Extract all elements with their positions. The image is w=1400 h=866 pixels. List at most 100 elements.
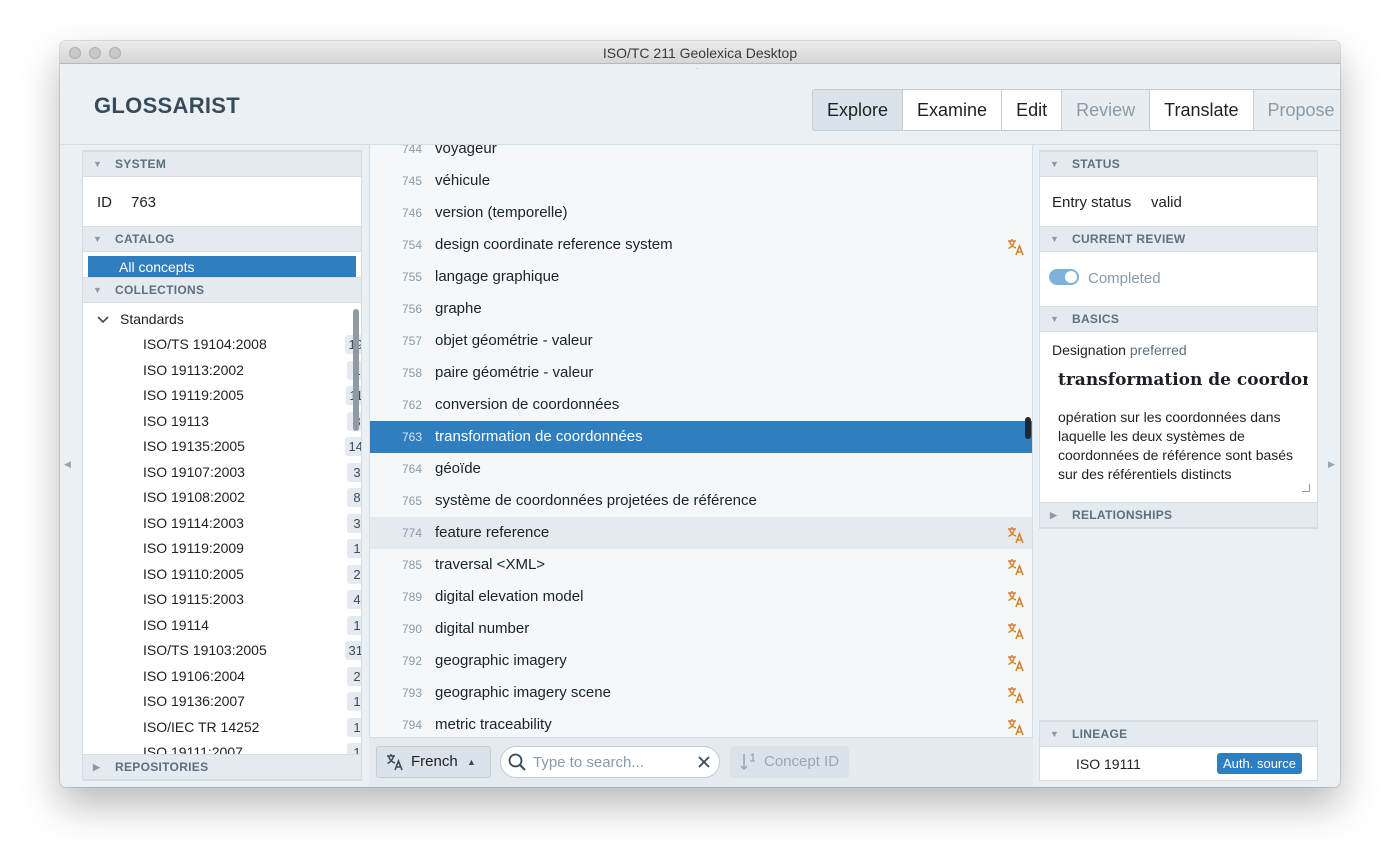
concept-row[interactable]: 746 version (temporelle) [370, 197, 1032, 229]
concept-id: 756 [401, 302, 422, 316]
concept-row[interactable]: 790 digital number [370, 613, 1032, 645]
concept-row[interactable]: 774 feature reference [370, 517, 1032, 549]
toggle-switch[interactable] [1049, 269, 1079, 285]
concept-id: 758 [401, 366, 422, 380]
section-title: STATUS [1072, 157, 1121, 171]
expand-left-icon[interactable]: ◀ [64, 459, 71, 470]
app-header: GLOSSARIST Explore Examine Edit Review Trans… [60, 69, 1340, 145]
concept-id: 785 [401, 558, 422, 572]
collections-section-header[interactable]: ▼ COLLECTIONS [83, 277, 361, 303]
collection-item[interactable]: ISO 19110:2005 2 [143, 562, 361, 587]
collection-count-badge: 14 [344, 437, 361, 456]
concept-term: geographic imagery [435, 652, 567, 669]
concept-row[interactable]: 793 geographic imagery scene [370, 677, 1032, 709]
catalog-section-header[interactable]: ▼ CATALOG [83, 226, 361, 252]
concept-row[interactable]: 762 conversion de coordonnées [370, 389, 1032, 421]
collection-item[interactable]: ISO 19119:2009 1 [143, 536, 361, 561]
collection-item[interactable]: ISO 19106:2004 2 [143, 664, 361, 689]
collection-name: ISO 19107:2003 [143, 463, 245, 480]
collection-item[interactable]: ISO 191133 [143, 409, 361, 434]
resize-handle-icon[interactable] [1302, 484, 1310, 492]
collapse-triangle-icon: ▼ [1050, 314, 1060, 324]
repositories-section-header[interactable]: ▶ REPOSITORIES [83, 754, 361, 780]
concept-row[interactable]: 754 design coordinate reference system [370, 229, 1032, 261]
entry-status-value: valid [1151, 194, 1182, 211]
mode-examine-button[interactable]: Examine [903, 90, 1003, 130]
collection-item[interactable]: ISO 19114 1 [143, 613, 361, 638]
collection-item[interactable]: ISO 19111:2007 1 [143, 740, 361, 754]
expand-right-icon[interactable]: ▶ [1328, 459, 1335, 470]
review-completed-switch[interactable]: Completed [1040, 252, 1317, 306]
collapse-triangle-icon: ▼ [93, 234, 103, 244]
section-title: LINEAGE [1072, 727, 1128, 741]
definition-textarea[interactable]: opération sur les coordonnées dans laque… [1058, 408, 1298, 484]
mode-propose-button[interactable]: Propose [1253, 90, 1340, 130]
section-title: CURRENT REVIEW [1072, 232, 1186, 246]
collection-item[interactable]: ISO/IEC TR 14252 1 [143, 715, 361, 740]
collection-count-badge: 2 [347, 564, 361, 584]
concept-term: système de coordonnées projetées de réfé… [435, 492, 757, 509]
collection-item[interactable]: ISO 19113:20021 [143, 358, 361, 383]
system-section-header[interactable]: ▼ SYSTEM [83, 151, 361, 177]
collection-item[interactable]: ISO/TS 19103:2005 31 [143, 638, 361, 663]
mode-explore-button[interactable]: Explore [813, 90, 904, 130]
collection-count-badge: 1 [347, 615, 361, 635]
collection-count-badge: 3 [347, 513, 361, 533]
concept-row[interactable]: 763 transformation de coordonnées [370, 421, 1032, 453]
mode-edit-button[interactable]: Edit [1002, 90, 1063, 130]
collection-item[interactable]: ISO 19108:2002 8 [143, 485, 361, 510]
designation-field[interactable]: transformation de coordon [1058, 370, 1308, 390]
translate-icon [1007, 588, 1025, 608]
concept-row[interactable]: 789 digital elevation model [370, 581, 1032, 613]
mode-translate-button[interactable]: Translate [1150, 90, 1254, 130]
concept-row[interactable]: 758 paire géométrie - valeur [370, 357, 1032, 389]
catalog-item-all-concepts[interactable]: All concepts [88, 256, 356, 277]
collection-item[interactable]: ISO 19136:2007 1 [143, 689, 361, 714]
mode-review-button[interactable]: Review [1062, 90, 1151, 130]
section-title: SYSTEM [115, 157, 167, 171]
concept-id: 746 [401, 206, 422, 220]
translate-icon [1007, 524, 1025, 544]
list-toolbar: French ▲ Concept ID [369, 737, 1033, 787]
details-panel: ▼ STATUS Entry status valid ▼ CURRENT REVI… [1039, 150, 1318, 529]
collection-item[interactable]: ISO 19135:2005 14 [143, 434, 361, 459]
collection-item[interactable]: ISO/TS 19104:200819 [143, 332, 361, 357]
collections-scrollbar[interactable] [353, 309, 359, 431]
basics-section-header[interactable]: ▼ BASICS [1040, 306, 1317, 332]
current-review-section-header[interactable]: ▼ CURRENT REVIEW [1040, 226, 1317, 252]
collection-name: ISO 19114:2003 [143, 514, 244, 531]
collection-name: ISO 19135:2005 [143, 438, 245, 454]
concept-id-sort-button[interactable]: Concept ID [730, 746, 849, 778]
translate-icon [1007, 556, 1025, 576]
lineage-section-header[interactable]: ▼ LINEAGE [1040, 721, 1317, 747]
language-select-button[interactable]: French ▲ [376, 746, 491, 778]
concept-row[interactable]: 785 traversal <XML> [370, 549, 1032, 581]
collection-item[interactable]: ISO 19107:2003 3 [143, 460, 361, 485]
concept-row[interactable]: 745 véhicule [370, 165, 1032, 197]
translate-icon [1007, 620, 1025, 640]
concept-row[interactable]: 764 géoïde [370, 453, 1032, 485]
concept-row[interactable]: 744 voyageur [370, 145, 1032, 165]
lineage-source[interactable]: ISO 19111 [1076, 756, 1141, 772]
collection-item[interactable]: ISO 19114:2003 3 [143, 511, 361, 536]
id-label: ID [97, 194, 112, 211]
relationships-section-header[interactable]: ▶ RELATIONSHIPS [1040, 502, 1317, 528]
concept-list-scrollbar[interactable] [1025, 417, 1031, 439]
concept-term: transformation de coordonnées [435, 428, 643, 445]
concept-id: 745 [401, 174, 422, 188]
concept-row[interactable]: 794 metric traceability [370, 709, 1032, 737]
concept-term: metric traceability [435, 716, 552, 733]
collection-item[interactable]: ISO 19115:2003 4 [143, 587, 361, 612]
concept-term: objet géométrie - valeur [435, 332, 593, 349]
collection-item[interactable]: ISO 19119:200511 [143, 383, 361, 408]
search-input[interactable] [533, 751, 693, 773]
concept-row[interactable]: 755 langage graphique [370, 261, 1032, 293]
concept-row[interactable]: 757 objet géométrie - valeur [370, 325, 1032, 357]
concept-row[interactable]: 792 geographic imagery [370, 645, 1032, 677]
lineage-panel: ▼ LINEAGE ISO 19111 Auth. source [1039, 720, 1318, 781]
close-icon[interactable] [698, 756, 710, 768]
status-section-header[interactable]: ▼ STATUS [1040, 151, 1317, 177]
collapse-triangle-icon: ▼ [1050, 729, 1060, 739]
concept-row[interactable]: 765 système de coordonnées projetées de r… [370, 485, 1032, 517]
concept-row[interactable]: 756 graphe [370, 293, 1032, 325]
